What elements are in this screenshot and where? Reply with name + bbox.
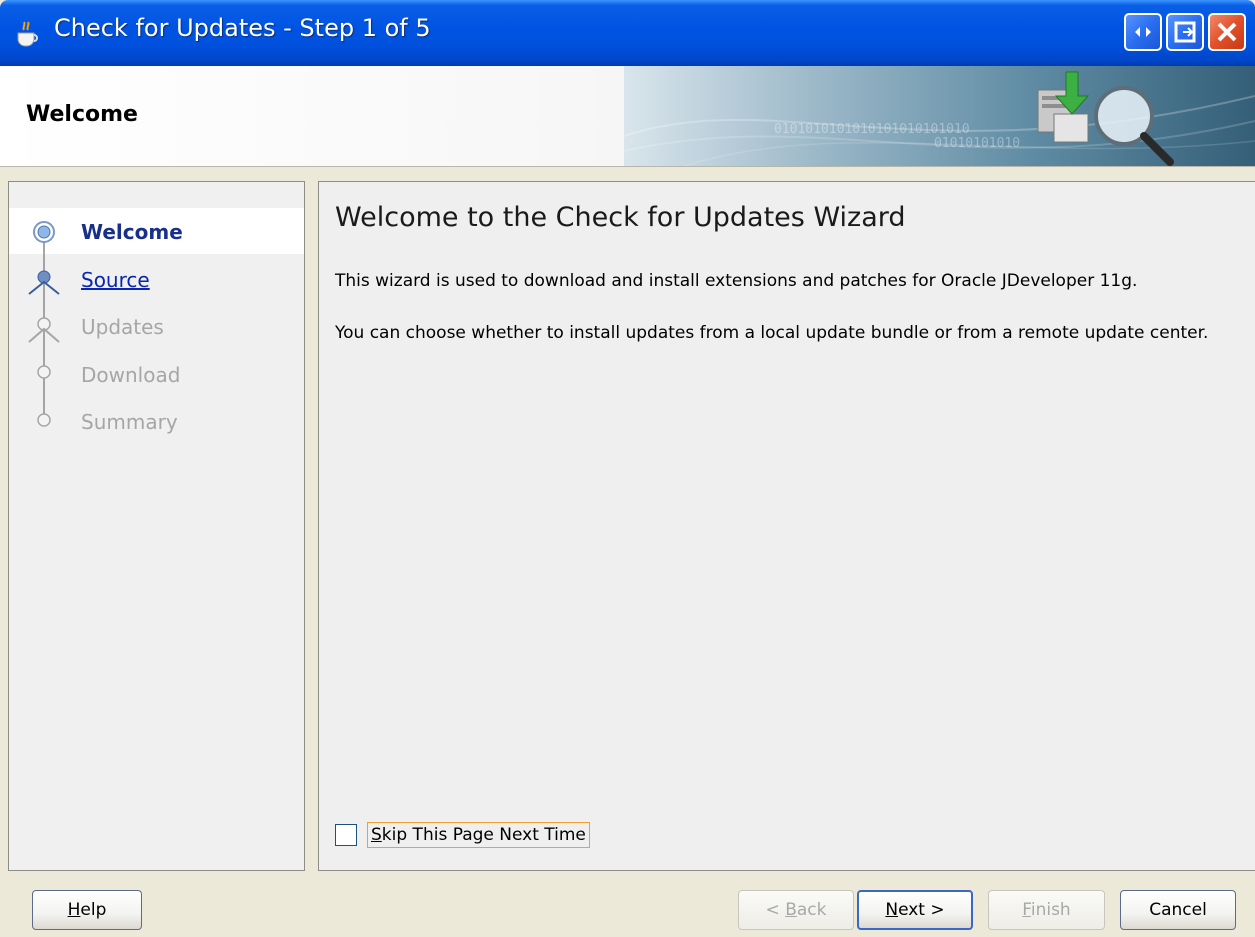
window-title: Check for Updates - Step 1 of 5	[54, 14, 431, 42]
finish-label: inish	[1030, 900, 1071, 920]
skip-label-text: kip This Page Next Time	[381, 825, 586, 845]
back-label: ack	[796, 900, 827, 920]
skip-page-checkbox[interactable]	[335, 824, 357, 846]
cancel-button[interactable]: Cancel	[1120, 890, 1236, 930]
source-paragraph: You can choose whether to install update…	[335, 323, 1209, 343]
finish-mnemonic: F	[1022, 900, 1031, 920]
next-button[interactable]: Next >	[857, 890, 973, 930]
close-button[interactable]	[1208, 13, 1246, 51]
steps-panel: Welcome Source Updates Download Summary	[8, 181, 305, 871]
skip-mnemonic: S	[371, 825, 382, 845]
next-mnemonic: N	[885, 900, 899, 920]
page-title: Welcome	[26, 102, 138, 127]
close-icon	[1217, 22, 1237, 42]
step-welcome[interactable]: Welcome	[81, 220, 183, 244]
content-title: Welcome to the Check for Updates Wizard	[335, 202, 906, 233]
help-label: elp	[80, 900, 107, 920]
maximize-icon	[1174, 21, 1196, 43]
help-mnemonic: H	[67, 900, 81, 920]
restore-icon	[1135, 27, 1151, 37]
title-bar[interactable]: Check for Updates - Step 1 of 5	[0, 0, 1255, 66]
next-label: ext >	[898, 900, 945, 920]
step-circle-icon	[37, 413, 51, 427]
java-cup-icon	[17, 21, 38, 47]
back-mnemonic: B	[785, 900, 797, 920]
wizard-header: Welcome 0101010101010101010101010 010101…	[0, 66, 1255, 167]
restore-button[interactable]	[1124, 13, 1162, 51]
maximize-button[interactable]	[1166, 13, 1204, 51]
step-source[interactable]: Source	[81, 268, 150, 292]
binary-text-2: 01010101010	[934, 136, 1021, 151]
step-circle-icon	[37, 365, 51, 379]
intro-paragraph: This wizard is used to download and inst…	[335, 271, 1138, 291]
banner-art: 0101010101010101010101010 01010101010	[624, 66, 1255, 166]
content-panel: Welcome to the Check for Updates Wizard …	[318, 181, 1255, 871]
step-summary: Summary	[81, 410, 178, 434]
back-button[interactable]: < Back	[738, 890, 854, 930]
step-current-icon	[33, 221, 55, 243]
binary-text: 0101010101010101010101010	[774, 122, 970, 137]
skip-page-label[interactable]: Skip This Page Next Time	[367, 822, 590, 848]
back-prefix: <	[765, 900, 786, 920]
step-download: Download	[81, 363, 181, 387]
help-button[interactable]: Help	[32, 890, 142, 930]
step-updates: Updates	[81, 315, 164, 339]
finish-button[interactable]: Finish	[988, 890, 1105, 930]
updates-magnifier-icon	[1037, 71, 1174, 166]
